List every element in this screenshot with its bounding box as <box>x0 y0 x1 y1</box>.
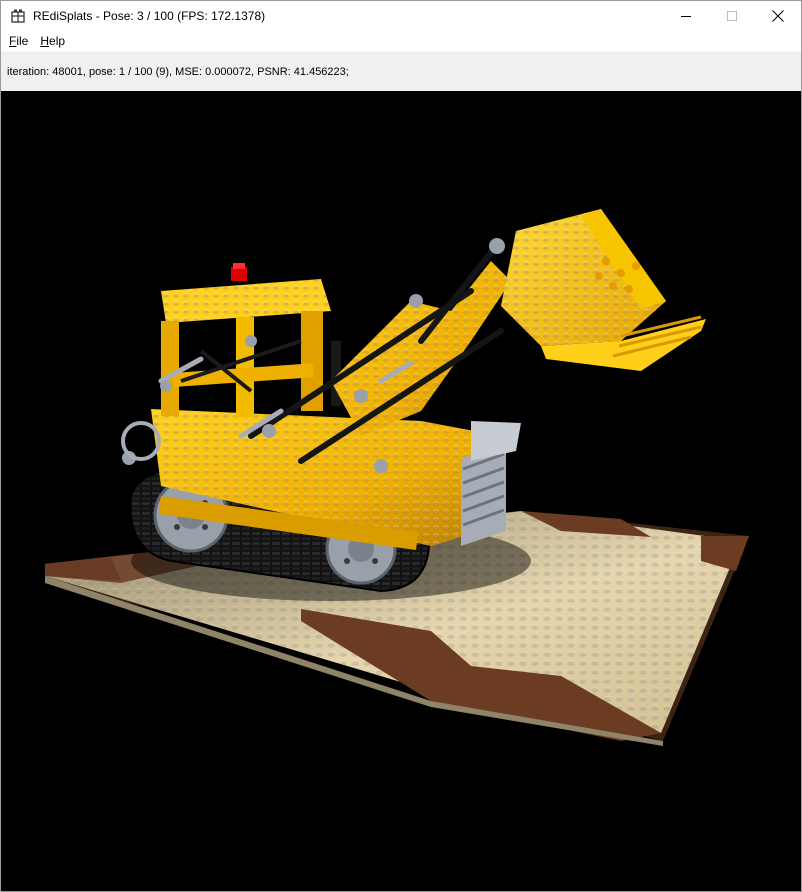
red-beacon <box>231 267 247 281</box>
render-viewport[interactable] <box>1 91 801 891</box>
minimize-icon <box>681 16 691 17</box>
app-icon <box>10 8 26 24</box>
maximize-button[interactable] <box>709 1 755 31</box>
menu-file-label: ile <box>16 34 29 48</box>
menu-bar: File Help <box>1 31 801 51</box>
status-bar: iteration: 48001, pose: 1 / 100 (9), MSE… <box>1 51 801 92</box>
menu-help[interactable]: Help <box>34 32 71 50</box>
menu-file[interactable]: File <box>3 32 34 50</box>
maximize-icon <box>727 11 737 21</box>
window-title: REdiSplats - Pose: 3 / 100 (FPS: 172.137… <box>33 9 266 23</box>
caption-buttons <box>663 1 801 31</box>
close-button[interactable] <box>755 1 801 31</box>
lego-loader-render <box>45 209 749 746</box>
status-text: iteration: 48001, pose: 1 / 100 (9), MSE… <box>7 66 349 78</box>
title-bar[interactable]: REdiSplats - Pose: 3 / 100 (FPS: 172.137… <box>1 1 801 31</box>
minimize-button[interactable] <box>663 1 709 31</box>
app-window: REdiSplats - Pose: 3 / 100 (FPS: 172.137… <box>0 0 802 892</box>
menu-help-accel: H <box>40 34 50 48</box>
close-icon <box>772 10 784 22</box>
loader-bucket <box>501 209 706 371</box>
menu-help-label: elp <box>49 34 66 48</box>
side-gear <box>121 421 161 461</box>
